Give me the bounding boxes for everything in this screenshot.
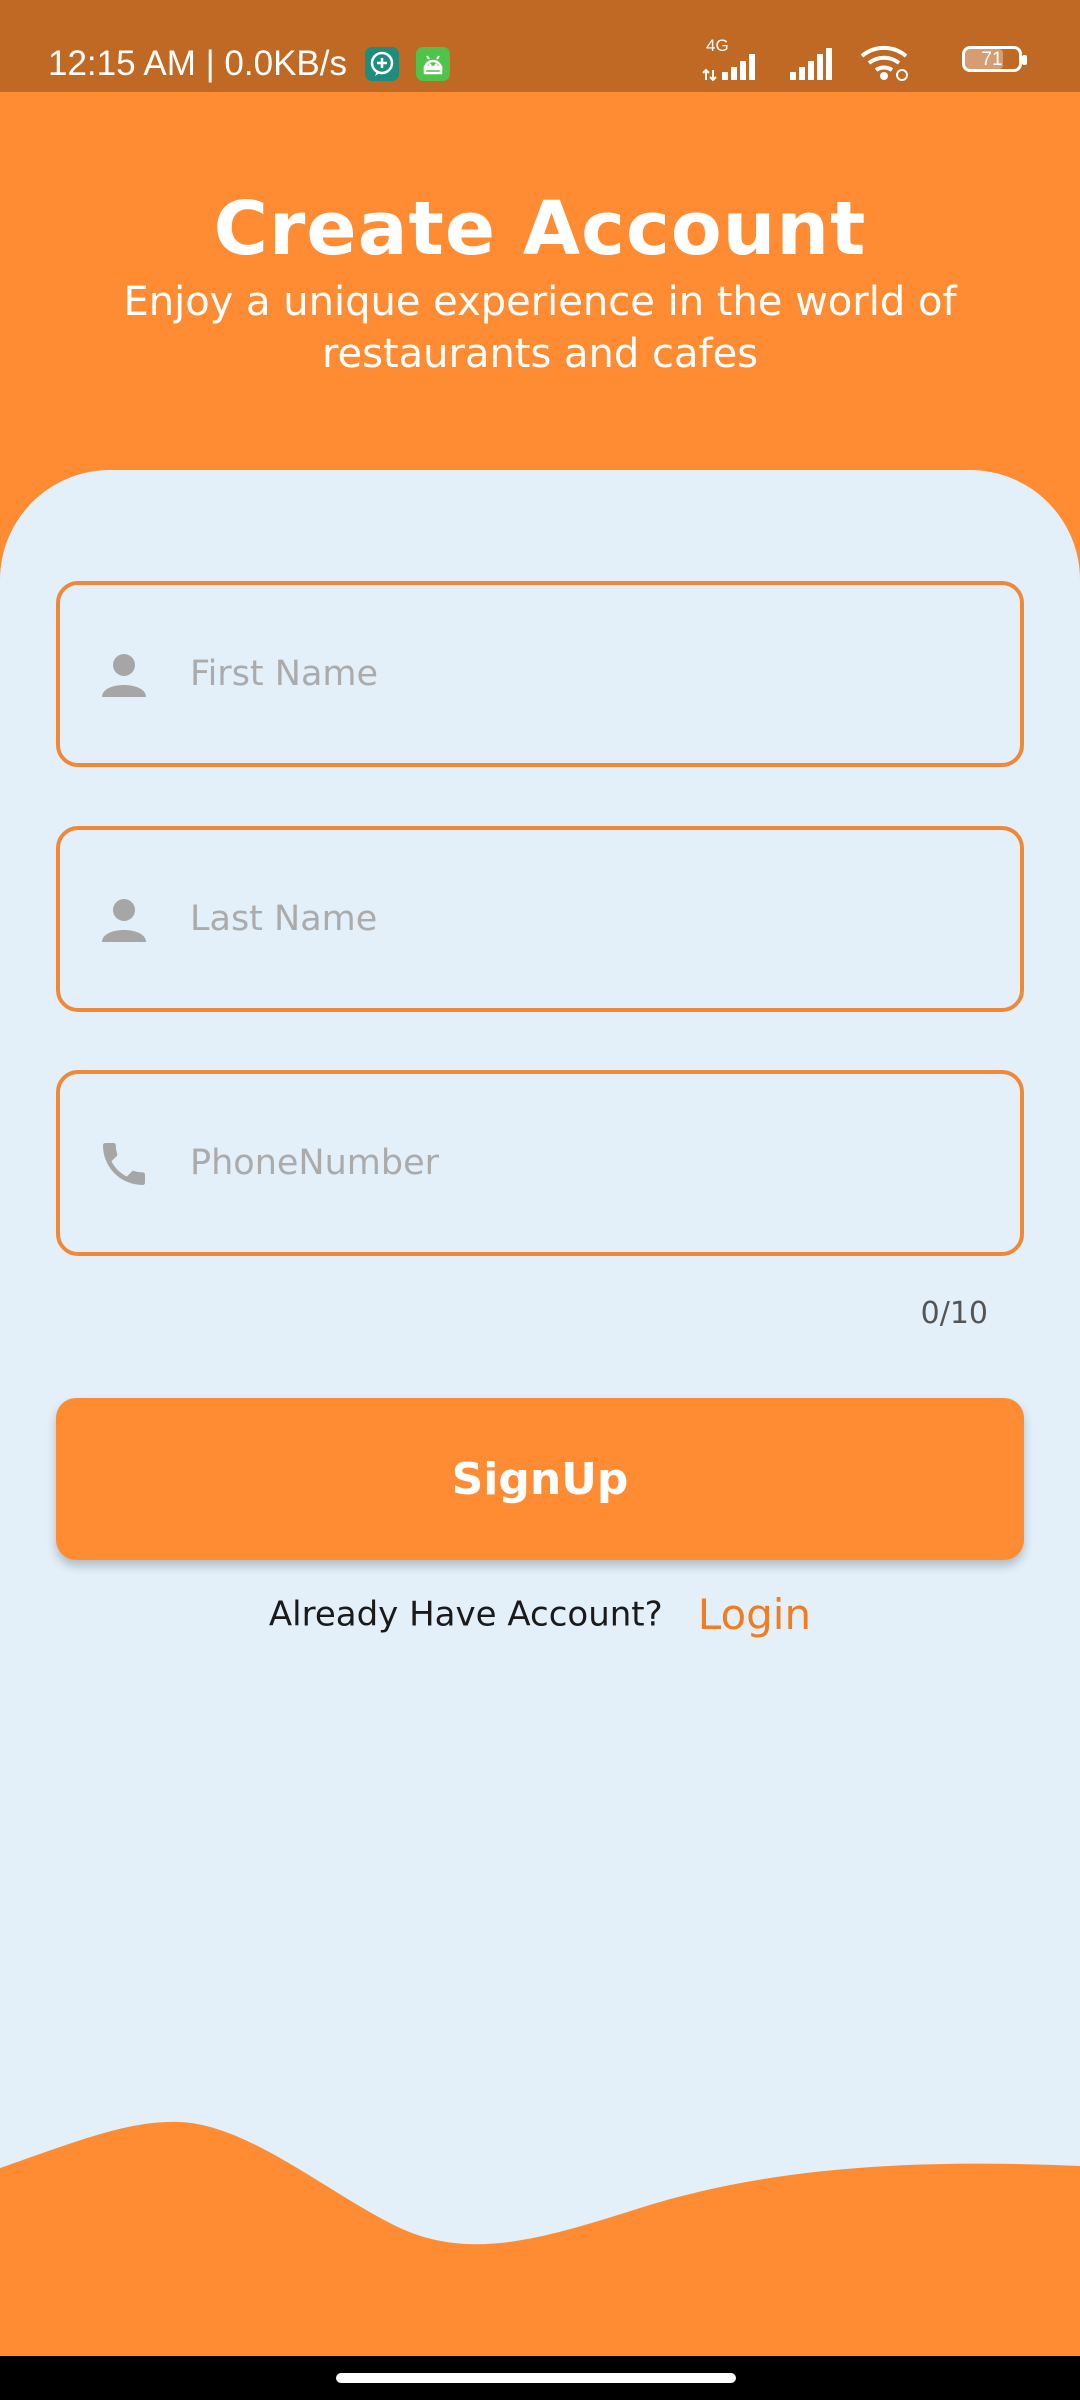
status-time: 12:15 AM | 0.0KB/s: [48, 43, 347, 83]
wifi-icon: [858, 42, 914, 86]
last-name-input[interactable]: [190, 830, 990, 1008]
login-link[interactable]: Login: [698, 1590, 811, 1639]
person-icon: [96, 647, 152, 703]
battery-level-text: 71: [981, 49, 1003, 70]
first-name-field: [56, 581, 1024, 767]
page-title: Create Account: [213, 186, 867, 272]
status-time-group: 12:15 AM | 0.0KB/s: [48, 40, 451, 86]
phone-field: [56, 1070, 1024, 1256]
phone-icon: [96, 1136, 152, 1192]
signal-4g-icon: [702, 42, 772, 86]
page-subtitle: Enjoy a unique experience in the world o…: [123, 279, 957, 377]
login-prompt: Already Have Account?: [268, 1594, 663, 1635]
phone-input[interactable]: [190, 1074, 990, 1252]
login-row: Already Have Account? Login: [0, 1590, 1080, 1639]
last-name-field: [56, 826, 1024, 1012]
person-icon: [96, 892, 152, 948]
bottom-wave-decoration: [0, 2100, 1080, 2356]
battery-tip: [1022, 55, 1027, 65]
status-icons: 4G 71: [702, 36, 1040, 82]
first-name-input[interactable]: [190, 585, 990, 763]
signal-icon: [788, 42, 844, 86]
system-navigation-bar: [0, 2356, 1080, 2400]
phone-character-counter: 0/10: [920, 1296, 988, 1331]
home-indicator[interactable]: [336, 2373, 736, 2383]
android-notification-icon: [416, 46, 451, 81]
battery-icon: 71: [962, 46, 1027, 72]
chat-notification-icon: [364, 46, 399, 81]
signup-button[interactable]: SignUp: [56, 1398, 1024, 1560]
status-bar: 12:15 AM | 0.0KB/s 4G 71: [0, 0, 1080, 92]
